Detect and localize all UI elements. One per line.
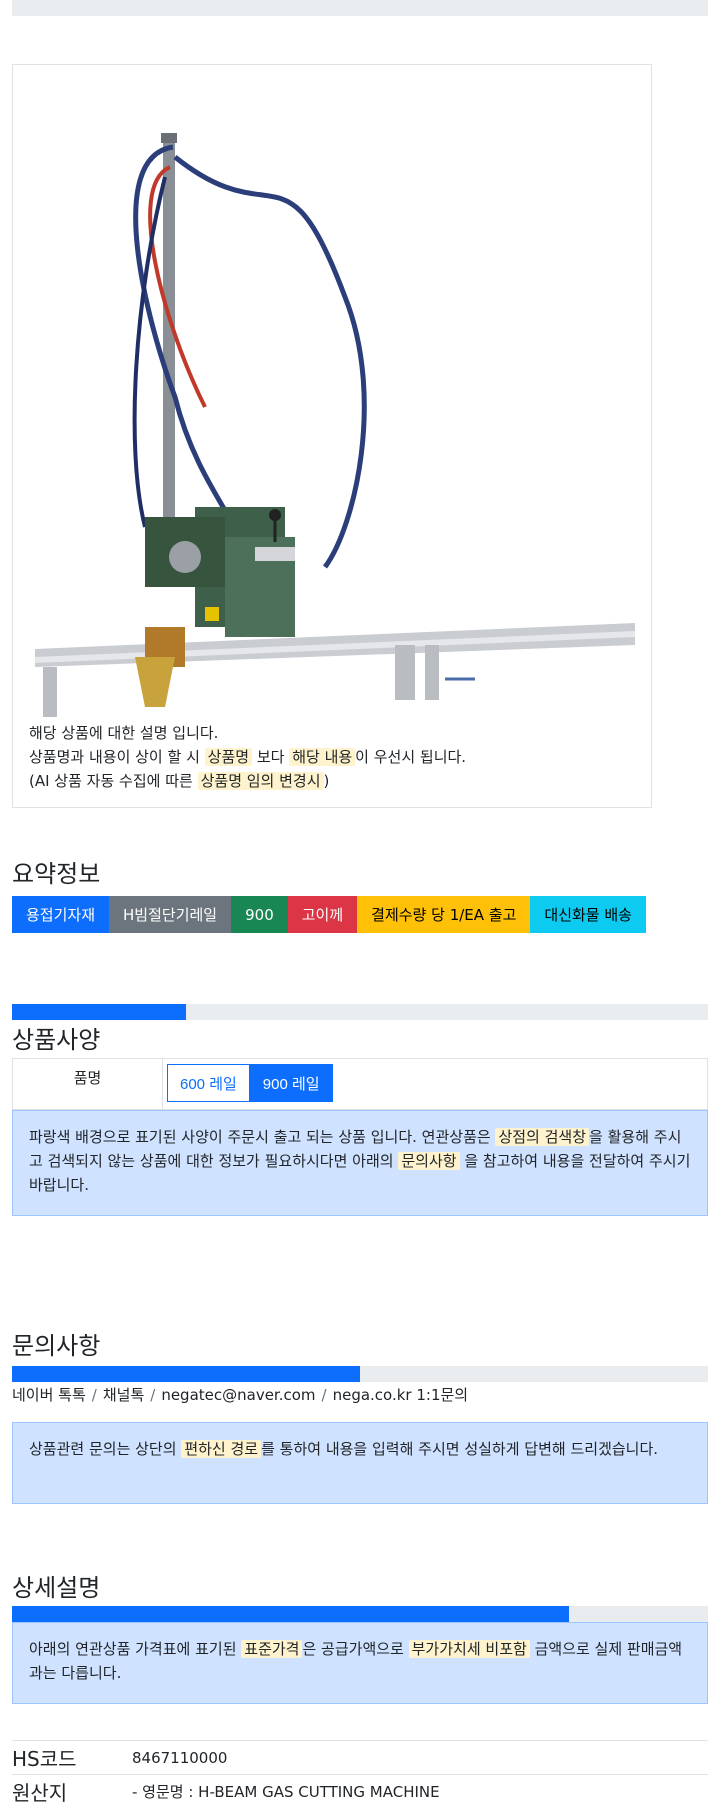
spec-progress	[12, 1004, 708, 1020]
separator: /	[91, 1386, 97, 1404]
desc-text: )	[323, 772, 330, 790]
inquiry-progress	[12, 1366, 708, 1382]
spec-alert: 파랑색 배경으로 표기된 사양이 주문시 출고 되는 상품 입니다. 연관상품은…	[12, 1110, 708, 1216]
link-channel-talk[interactable]: 채널톡	[103, 1386, 144, 1404]
spec-table: 품명 600 레일 900 레일	[12, 1058, 708, 1110]
summary-title: 요약정보	[12, 860, 101, 888]
highlight: 상품명	[204, 748, 253, 766]
origin-row: 원산지 - 영문명 : H-BEAM GAS CUTTING MACHINE	[12, 1774, 708, 1808]
highlight: 부가가치세 비포함	[408, 1640, 530, 1658]
product-card: 해당 상품에 대한 설명 입니다. 상품명과 내용이 상이 할 시 상품명 보다…	[12, 64, 652, 808]
alert-text: 상품관련 문의는 상단의	[29, 1440, 182, 1458]
detail-title: 상세설명	[12, 1574, 101, 1602]
inquiry-progress-fill	[12, 1366, 360, 1382]
desc-text: 이 우선시 됩니다.	[355, 748, 467, 766]
desc-text: 보다	[252, 748, 290, 766]
spec-row-header: 품명	[13, 1059, 163, 1109]
badge-size: 900	[231, 896, 288, 933]
desc-line-3: (AI 상품 자동 수집에 따른 상품명 임의 변경시)	[29, 769, 466, 793]
desc-line-1: 해당 상품에 대한 설명 입니다.	[29, 724, 219, 742]
highlight: 문의사항	[398, 1152, 460, 1170]
inquiry-title: 문의사항	[12, 1332, 101, 1360]
option-600-rail[interactable]: 600 레일	[167, 1064, 250, 1102]
desc-text: (AI 상품 자동 수집에 따른	[29, 772, 198, 790]
spec-progress-fill	[12, 1004, 186, 1020]
highlight: 해당 내용	[289, 748, 356, 766]
detail-progress-fill	[12, 1606, 569, 1622]
origin-value: - 영문명 : H-BEAM GAS CUTTING MACHINE	[132, 1783, 440, 1801]
product-info-table: HS코드 8467110000 원산지 - 영문명 : H-BEAM GAS C…	[12, 1740, 708, 1808]
separator: /	[150, 1386, 156, 1404]
badge-category: 용접기자재	[12, 896, 110, 933]
alert-text: 파랑색 배경으로 표기된 사양이 주문시 출고 되는 상품 입니다. 연관상품은	[29, 1128, 496, 1146]
desc-text: 상품명과 내용이 상이 할 시	[29, 748, 205, 766]
detail-alert: 아래의 연관상품 가격표에 표기된 표준가격 은 공급가액으로 부가가치세 비포함…	[12, 1622, 708, 1704]
spec-options: 600 레일 900 레일	[163, 1059, 337, 1109]
badge-brand: 고이께	[287, 896, 358, 933]
detail-progress	[12, 1606, 708, 1622]
badge-shipping: 대신화물 배송	[530, 896, 646, 933]
link-naver-talk[interactable]: 네이버 톡톡	[12, 1386, 86, 1404]
link-email[interactable]: negatec@naver.com	[161, 1386, 315, 1404]
badge-subcategory: H빔절단기레일	[109, 896, 232, 933]
hs-code-label: HS코드	[12, 1747, 77, 1771]
product-image	[35, 133, 635, 717]
origin-label: 원산지	[12, 1781, 68, 1805]
hs-code-value: 8467110000	[132, 1748, 228, 1767]
highlight: 편하신 경로	[181, 1440, 262, 1458]
link-website-inquiry[interactable]: nega.co.kr 1:1문의	[333, 1386, 469, 1404]
highlight: 상점의 검색창	[495, 1128, 590, 1146]
contact-links: 네이버 톡톡 / 채널톡 / negatec@naver.com / nega.co.kr …	[12, 1384, 468, 1405]
desc-line-2: 상품명과 내용이 상이 할 시 상품명 보다 해당 내용 이 우선시 됩니다.	[29, 745, 466, 769]
highlight: 상품명 임의 변경시	[197, 772, 324, 790]
summary-badges: 용접기자재 H빔절단기레일 900 고이께 결제수량 당 1/EA 출고 대신화…	[12, 896, 646, 933]
top-progress-bar	[12, 0, 708, 16]
alert-text: 를 통하여 내용을 입력해 주시면 성실하게 답변해 드리겠습니다.	[261, 1440, 659, 1458]
separator: /	[321, 1386, 327, 1404]
alert-text: 은 공급가액으로	[302, 1640, 409, 1658]
product-description: 해당 상품에 대한 설명 입니다. 상품명과 내용이 상이 할 시 상품명 보다…	[29, 721, 466, 793]
option-900-rail[interactable]: 900 레일	[249, 1064, 333, 1102]
inquiry-alert: 상품관련 문의는 상단의 편하신 경로 를 통하여 내용을 입력해 주시면 성실하…	[12, 1422, 708, 1504]
hs-code-row: HS코드 8467110000	[12, 1740, 708, 1774]
alert-text: 아래의 연관상품 가격표에 표기된	[29, 1640, 242, 1658]
spec-title: 상품사양	[12, 1026, 101, 1054]
badge-quantity: 결제수량 당 1/EA 출고	[357, 896, 531, 933]
highlight: 표준가격	[241, 1640, 303, 1658]
